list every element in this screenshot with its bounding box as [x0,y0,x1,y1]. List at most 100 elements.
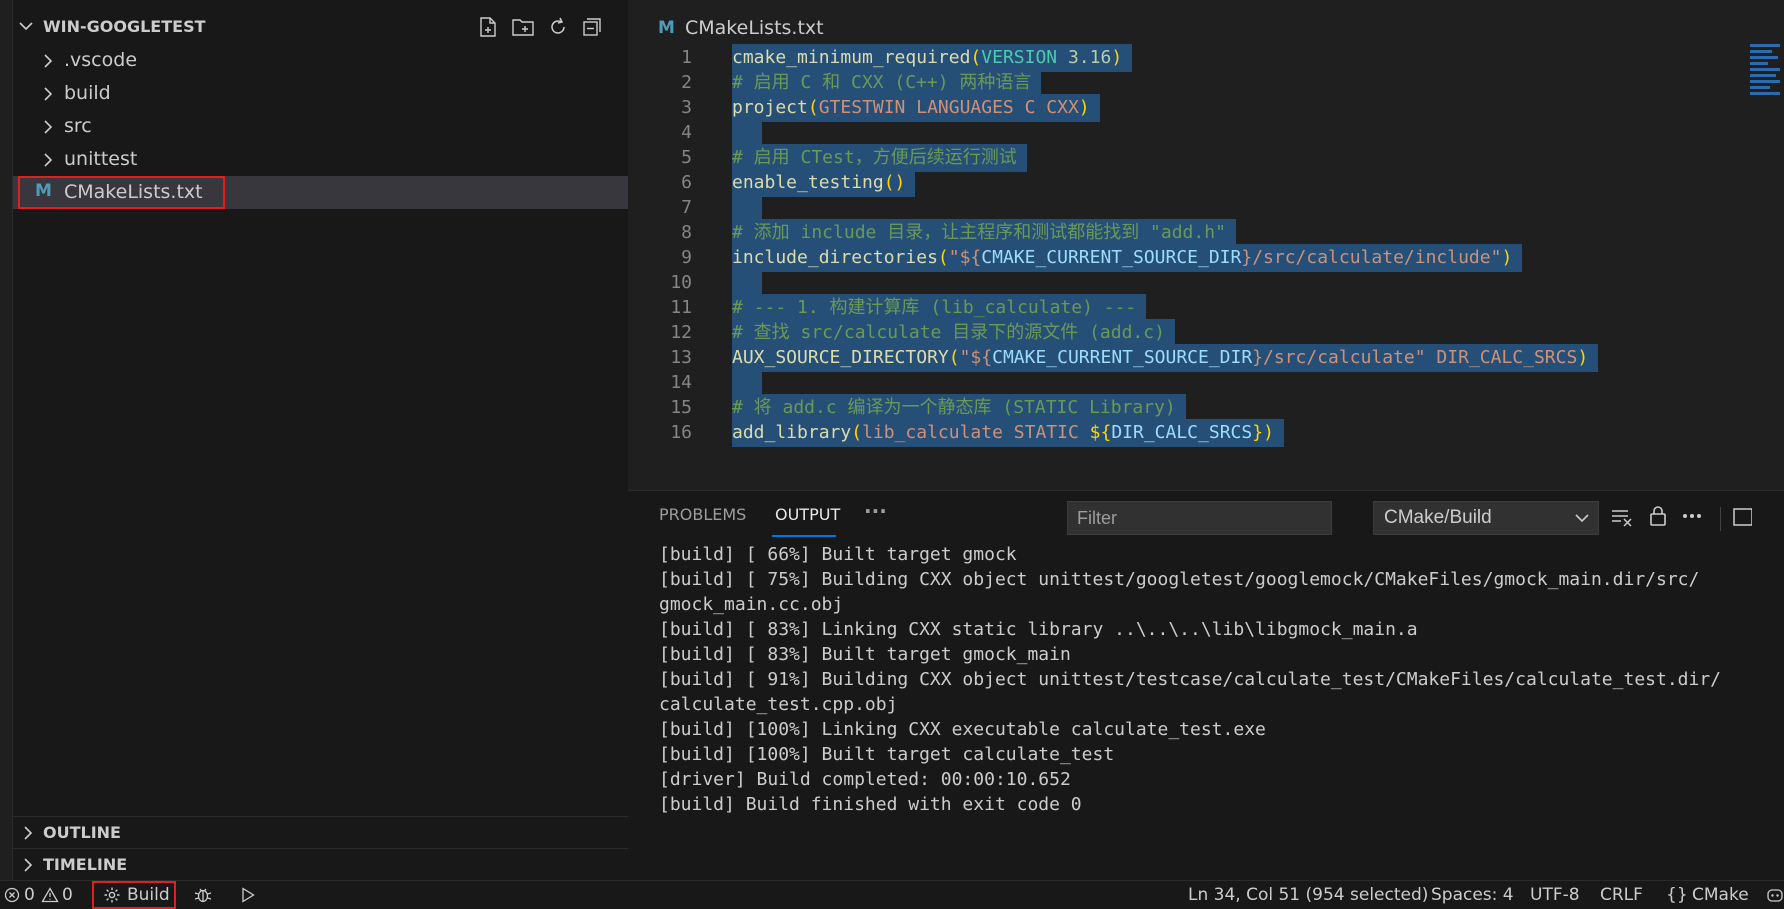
code-line: 1 cmake_minimum_required(VERSION 3.16) [628,44,1784,72]
line-number: 10 [670,272,692,293]
warning-icon[interactable] [41,887,59,903]
new-file-icon[interactable] [477,16,499,38]
more-horizontal-icon[interactable] [1682,513,1702,519]
chevron-right-icon [43,54,53,68]
explorer-header[interactable]: WIN-GOOGLETEST [13,12,628,42]
tree-item-unittest[interactable]: unittest [13,143,628,176]
filter-input[interactable] [1067,501,1332,535]
output-channel-select[interactable]: CMake/Build [1373,501,1599,535]
code-line: 9 include_directories("${CMAKE_CURRENT_S… [628,244,1784,272]
status-bar: 0 0 Build Ln 34, Col 51 (954 selected) S… [0,880,1784,909]
refresh-icon[interactable] [547,16,569,38]
more-actions-icon[interactable]: ··· [864,499,887,523]
build-button[interactable]: Build [127,885,170,905]
code-line: 10 [628,269,1784,297]
output-line: [build] [ 83%] Linking CXX static librar… [659,619,1418,640]
code-text: AUX_SOURCE_DIRECTORY("${CMAKE_CURRENT_SO… [732,344,1599,372]
code-comment: # 将 add.c 编译为一个静态库 (STATIC Library) [732,397,1176,418]
lock-icon[interactable] [1648,504,1668,528]
output-line: [driver] Build completed: 00:00:10.652 [659,769,1071,790]
tree-item-build[interactable]: build [13,77,628,110]
code-paren: ( [948,347,960,368]
code-comment: # --- 1. 构建计算库 (lib_calculate) --- [732,297,1137,318]
code-text [732,369,762,397]
code-paren: ) [1111,47,1123,68]
code-comment: # 添加 include 目录，让主程序和测试都能找到 "add.h" [732,222,1226,243]
outline-section[interactable]: OUTLINE [13,816,628,849]
line-number: 15 [670,397,692,418]
output-channel-label: CMake/Build [1384,507,1492,528]
line-number: 12 [670,322,692,343]
clear-output-icon[interactable] [1610,506,1634,528]
code-paren: () [883,172,906,193]
chevron-right-icon [23,858,33,872]
code-text: # 查找 src/calculate 目录下的源文件 (add.c) [732,319,1175,347]
chevron-right-icon [43,120,53,134]
language-icon[interactable]: {} [1666,885,1688,905]
code-paren: ( [851,422,863,443]
output-line: [build] [ 75%] Building CXX object unitt… [659,569,1700,590]
tree-item-cmakelists[interactable]: M CMakeLists.txt [13,176,628,209]
code-line: 4 [628,119,1784,147]
line-number: 14 [670,372,692,393]
output-line: [build] [100%] Linking CXX executable ca… [659,719,1266,740]
tab-problems[interactable]: PROBLEMS [659,505,746,524]
code-text: cmake_minimum_required(VERSION 3.16) [732,44,1133,72]
collapse-all-icon[interactable] [581,16,603,38]
code-text: # 添加 include 目录，让主程序和测试都能找到 "add.h" [732,219,1236,247]
code-text: include_directories("${CMAKE_CURRENT_SOU… [732,244,1523,272]
code-comment: # 启用 C 和 CXX (C++) 两种语言 [732,72,1032,93]
code-text [732,194,762,222]
code-comment: # 启用 CTest，方便后续运行测试 [732,147,1017,168]
minimap[interactable] [1750,44,1784,114]
copilot-icon[interactable] [1766,886,1784,904]
debug-icon[interactable] [193,886,213,904]
code-variable: DIR_CALC_SRCS [1111,422,1253,443]
annotation-highlight-box [18,176,225,209]
code-string: "${ [948,247,982,268]
error-count[interactable]: 0 [24,885,35,905]
code-line: 11 # --- 1. 构建计算库 (lib_calculate) --- [628,294,1784,322]
code-area[interactable]: 1 cmake_minimum_required(VERSION 3.16) 2… [628,44,1784,490]
code-command: AUX_SOURCE_DIRECTORY [732,347,949,368]
code-text: add_library(lib_calculate STATIC ${DIR_C… [732,419,1284,447]
encoding[interactable]: UTF-8 [1530,885,1580,905]
code-command: cmake_minimum_required [732,47,971,68]
line-number: 16 [670,422,692,443]
maximize-panel-icon[interactable] [1732,507,1752,527]
code-line: 12 # 查找 src/calculate 目录下的源文件 (add.c) [628,319,1784,347]
indentation[interactable]: Spaces: 4 [1431,885,1514,905]
language-mode[interactable]: CMake [1692,885,1749,905]
toolbar-divider [1720,507,1721,531]
code-argument: lib_calculate STATIC [862,422,1090,443]
run-icon[interactable] [240,887,256,903]
explorer-title: WIN-GOOGLETEST [43,17,206,36]
code-text: # 将 add.c 编译为一个静态库 (STATIC Library) [732,394,1186,422]
code-argument: DIR_CALC_SRCS [1425,347,1578,368]
gear-icon[interactable] [103,886,121,904]
code-line: 14 [628,369,1784,397]
chevron-down-icon[interactable] [19,21,33,31]
tree-item-src[interactable]: src [13,110,628,143]
code-command: project [732,97,808,118]
error-icon[interactable] [4,887,20,903]
code-line: 16 add_library(lib_calculate STATIC ${DI… [628,419,1784,447]
cursor-position[interactable]: Ln 34, Col 51 (954 selected) [1188,885,1428,905]
timeline-label: TIMELINE [43,855,128,874]
code-string: "${ [959,347,993,368]
code-paren: ) [1577,347,1589,368]
code-paren: ${ [1089,422,1112,443]
tab-output[interactable]: OUTPUT [775,505,840,524]
warning-count[interactable]: 0 [62,885,73,905]
line-number: 6 [681,172,692,193]
tree-item-vscode[interactable]: .vscode [13,44,628,77]
line-number: 5 [681,147,692,168]
code-text: # 启用 C 和 CXX (C++) 两种语言 [732,69,1042,97]
timeline-section[interactable]: TIMELINE [13,848,628,881]
line-ending[interactable]: CRLF [1600,885,1643,905]
new-folder-icon[interactable] [511,16,535,38]
tree-item-label: .vscode [64,49,138,71]
line-number: 11 [670,297,692,318]
line-number: 1 [681,47,692,68]
